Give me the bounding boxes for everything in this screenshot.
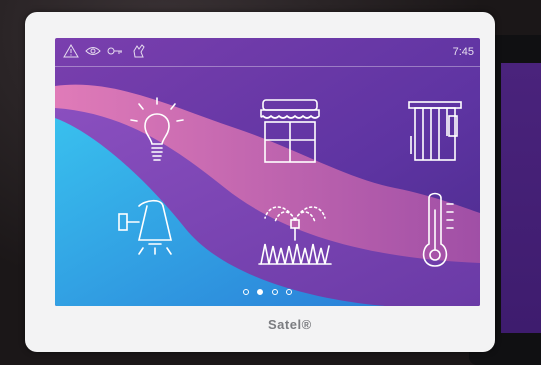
keypad-screen: 7:45 (55, 38, 480, 306)
key-icon[interactable] (107, 44, 123, 58)
awning-window-icon[interactable] (255, 94, 325, 166)
status-bar: 7:45 (55, 38, 480, 67)
clock: 7:45 (452, 46, 474, 58)
warning-triangle-icon[interactable] (63, 44, 79, 58)
page-dot-1[interactable] (242, 289, 249, 295)
wall-lamp-icon[interactable] (113, 192, 193, 272)
page-dot-2[interactable] (257, 289, 264, 295)
satel-logo: Satel® (268, 317, 312, 332)
second-device-screen (501, 63, 541, 333)
page-indicator (55, 282, 480, 300)
page-dot-3[interactable] (271, 289, 278, 295)
blinds-icon[interactable] (405, 96, 465, 166)
garden-sprinkler-icon[interactable] (255, 192, 335, 272)
page-dot-4[interactable] (286, 289, 293, 295)
thermometer-icon[interactable] (405, 190, 465, 272)
eye-icon[interactable] (85, 44, 101, 58)
light-bulb-icon[interactable] (125, 94, 189, 166)
hand-icon[interactable] (131, 44, 147, 58)
